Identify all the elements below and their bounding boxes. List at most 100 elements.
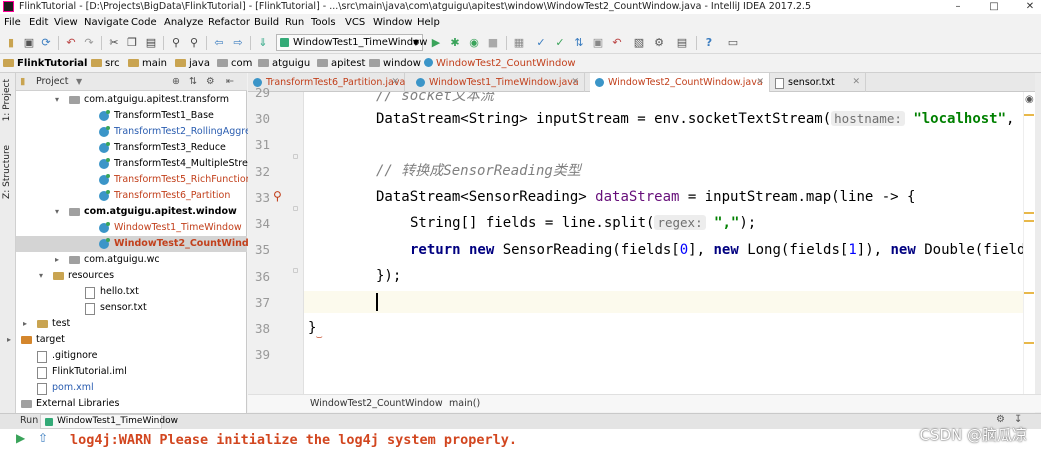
vcs-commit-icon[interactable]: ✓ bbox=[553, 36, 567, 50]
terminal-icon[interactable]: ▭ bbox=[726, 36, 740, 50]
open-folder-icon[interactable]: ▮ bbox=[4, 36, 18, 50]
tree-item[interactable]: TransformTest4_MultipleStreams bbox=[16, 156, 268, 172]
nav-crumb-apitest[interactable]: apitest bbox=[317, 56, 365, 71]
project-structure-icon[interactable]: ▧ bbox=[632, 36, 646, 50]
collapse-arrow-icon[interactable]: ▸ bbox=[23, 316, 27, 332]
hide-panel-icon[interactable]: ⇤ bbox=[226, 75, 234, 89]
tree-item[interactable]: ▾ com.atguigu.apitest.transform bbox=[16, 92, 247, 108]
vcs-revert-icon[interactable]: ↶ bbox=[610, 36, 624, 50]
tree-item[interactable]: TransformTest6_Partition bbox=[16, 188, 247, 204]
undo-icon[interactable]: ↶ bbox=[64, 36, 78, 50]
menu-help[interactable]: Help bbox=[417, 16, 440, 30]
redo-icon[interactable]: ↷ bbox=[82, 36, 96, 50]
maximize-button[interactable]: □ bbox=[986, 0, 1002, 14]
fold-marker-icon[interactable] bbox=[293, 268, 298, 273]
sync-icon[interactable]: ⟳ bbox=[39, 36, 53, 50]
chevron-down-icon[interactable]: ▼ bbox=[76, 75, 82, 89]
project-panel-title[interactable]: Project bbox=[36, 75, 69, 89]
tree-item[interactable]: TransformTest1_Base bbox=[16, 108, 247, 124]
nav-crumb-com[interactable]: com bbox=[217, 56, 252, 71]
vcs-compare-icon[interactable]: ⇅ bbox=[572, 36, 586, 50]
menu-code[interactable]: Code bbox=[131, 16, 157, 30]
tree-item[interactable]: ▸ target bbox=[7, 332, 247, 348]
close-tab-icon[interactable]: ✕ bbox=[756, 73, 764, 92]
tree-item[interactable]: hello.txt bbox=[16, 284, 247, 300]
tree-item[interactable]: pom.xml bbox=[16, 380, 247, 396]
debug-icon[interactable]: ✱ bbox=[448, 36, 462, 50]
tree-item[interactable]: ▾ com.atguigu.apitest.window bbox=[16, 204, 247, 220]
tree-item[interactable]: WindowTest2_CountWindow bbox=[16, 236, 264, 252]
tree-item[interactable]: TransformTest2_RollingAggregation bbox=[16, 124, 281, 140]
menu-analyze[interactable]: Analyze bbox=[164, 16, 203, 30]
menu-vcs[interactable]: VCS bbox=[345, 16, 365, 30]
tree-item[interactable]: ▸ test bbox=[16, 316, 247, 332]
close-tab-icon[interactable]: ✕ bbox=[571, 73, 579, 92]
tree-item[interactable]: External Libraries bbox=[16, 396, 247, 412]
cut-icon[interactable]: ✂ bbox=[107, 36, 121, 50]
nav-crumb-atguigu[interactable]: atguigu bbox=[258, 56, 310, 71]
menu-view[interactable]: View bbox=[54, 16, 78, 30]
settings-icon[interactable]: ⚙ bbox=[652, 36, 666, 50]
tab-windowtest2[interactable]: WindowTest2_CountWindow.java ✕ bbox=[590, 73, 770, 92]
vcs-update-icon[interactable]: ✓ bbox=[534, 36, 548, 50]
breadcrumb-class[interactable]: WindowTest2_CountWindow bbox=[310, 395, 443, 412]
fold-marker-icon[interactable] bbox=[293, 206, 298, 211]
menu-build[interactable]: Build bbox=[254, 16, 279, 30]
vcs-history-icon[interactable]: ▣ bbox=[591, 36, 605, 50]
tab-transformtest6[interactable]: TransformTest6_Partition.java ✕ bbox=[248, 73, 405, 92]
tree-item[interactable]: TransformTest5_RichFunction bbox=[16, 172, 252, 188]
close-tab-icon[interactable]: ✕ bbox=[391, 73, 399, 92]
help-icon[interactable]: ? bbox=[702, 36, 716, 50]
coverage-icon[interactable]: ◉ bbox=[467, 36, 481, 50]
save-icon[interactable]: ▣ bbox=[22, 36, 36, 50]
menu-navigate[interactable]: Navigate bbox=[84, 16, 129, 30]
scroll-up-icon[interactable]: ⇧ bbox=[38, 431, 48, 445]
menu-tools[interactable]: Tools bbox=[311, 16, 336, 30]
run-tab[interactable]: WindowTest1_TimeWindow bbox=[40, 414, 178, 429]
nav-crumb-java[interactable]: java bbox=[175, 56, 210, 71]
tab-sensor-txt[interactable]: sensor.txt ✕ bbox=[770, 73, 866, 92]
warning-marker[interactable] bbox=[1024, 342, 1034, 344]
nav-crumb-class[interactable]: WindowTest2_CountWindow bbox=[424, 56, 576, 71]
minimize-button[interactable]: – bbox=[950, 0, 966, 14]
tree-item[interactable]: TransformTest3_Reduce bbox=[16, 140, 247, 156]
warning-marker[interactable] bbox=[1024, 220, 1034, 222]
tree-item[interactable]: FlinkTutorial.iml bbox=[16, 364, 247, 380]
code-editor[interactable]: // socket文本流 DataStream<String> inputStr… bbox=[304, 92, 1023, 394]
gear-icon[interactable]: ⚙ bbox=[206, 75, 215, 89]
lambda-marker-icon[interactable]: ⚲ bbox=[273, 189, 282, 203]
collapse-arrow-icon[interactable]: ▸ bbox=[7, 332, 11, 348]
replace-icon[interactable]: ⚲ bbox=[187, 36, 201, 50]
back-icon[interactable]: ⇦ bbox=[212, 36, 226, 50]
menu-window[interactable]: Window bbox=[373, 16, 412, 30]
sdk-manager-icon[interactable]: ▤ bbox=[675, 36, 689, 50]
expand-arrow-icon[interactable]: ▾ bbox=[39, 268, 43, 284]
tree-item[interactable]: ▸ com.atguigu.wc bbox=[16, 252, 247, 268]
forward-icon[interactable]: ⇨ bbox=[231, 36, 245, 50]
collapse-arrow-icon[interactable]: ▸ bbox=[55, 252, 59, 268]
menu-run[interactable]: Run bbox=[285, 16, 304, 30]
stop-icon[interactable]: ■ bbox=[486, 36, 500, 50]
nav-crumb-window[interactable]: window bbox=[369, 56, 421, 71]
find-icon[interactable]: ⚲ bbox=[169, 36, 183, 50]
tree-item[interactable]: .gitignore bbox=[16, 348, 247, 364]
sdk-icon[interactable]: ▦ bbox=[512, 36, 526, 50]
build-icon[interactable]: ⇓ bbox=[256, 36, 270, 50]
structure-tool-button[interactable]: Z: Structure bbox=[2, 145, 12, 199]
menu-edit[interactable]: Edit bbox=[29, 16, 48, 30]
nav-crumb-src[interactable]: src bbox=[91, 56, 120, 71]
warning-marker[interactable] bbox=[1024, 114, 1034, 116]
expand-arrow-icon[interactable]: ▾ bbox=[55, 92, 59, 108]
run-icon[interactable]: ▶ bbox=[429, 36, 443, 50]
warning-marker[interactable] bbox=[1024, 292, 1034, 294]
editor-scrollbar[interactable]: ◉ bbox=[1023, 92, 1035, 394]
rerun-icon[interactable]: ▶ bbox=[16, 431, 25, 445]
warning-marker[interactable] bbox=[1024, 212, 1034, 214]
breadcrumb-method[interactable]: main() bbox=[449, 395, 480, 412]
tree-item[interactable]: ▾ resources bbox=[16, 268, 247, 284]
project-tool-button[interactable]: 1: Project bbox=[2, 79, 12, 121]
fold-marker-icon[interactable] bbox=[293, 154, 298, 159]
eye-icon[interactable]: ◉ bbox=[1025, 94, 1034, 105]
tab-windowtest1[interactable]: WindowTest1_TimeWindow.java ✕ bbox=[411, 73, 585, 92]
close-tab-icon[interactable]: ✕ bbox=[852, 73, 860, 92]
